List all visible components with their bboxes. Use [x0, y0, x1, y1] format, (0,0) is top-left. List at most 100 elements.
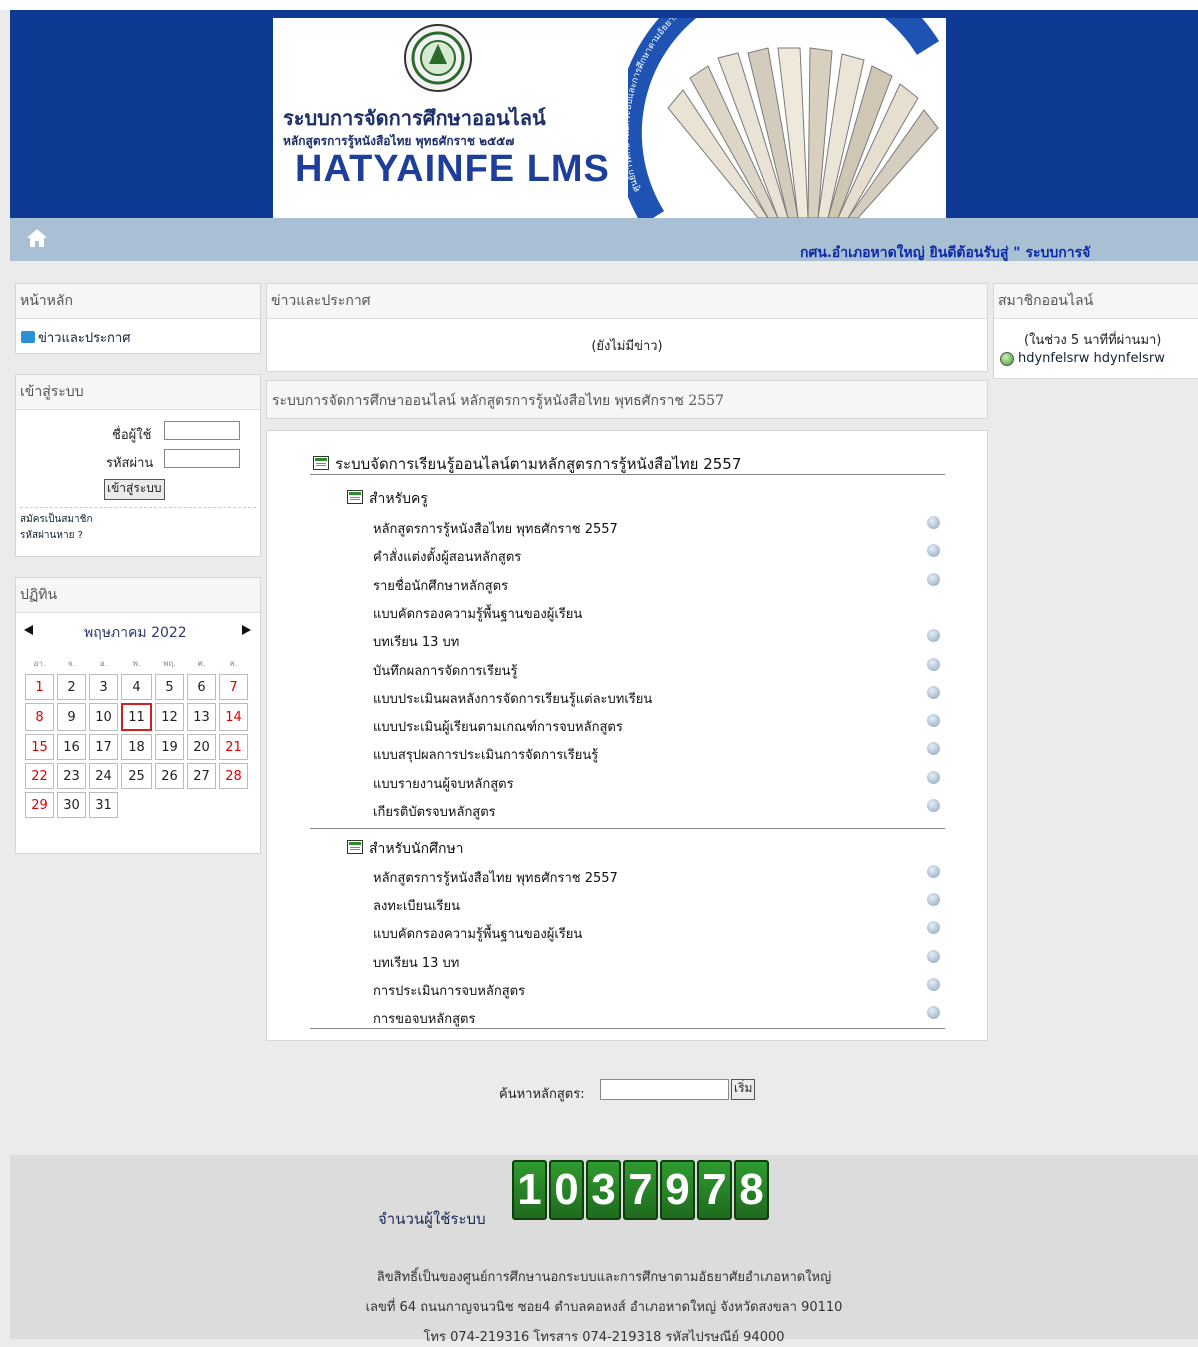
teacher-course-link[interactable]: แบบคัดกรองความรู้พื้นฐานของผู้เรียน [373, 603, 582, 624]
student-course-link[interactable]: แบบคัดกรองความรู้พื้นฐานของผู้เรียน [373, 923, 582, 944]
info-icon[interactable] [927, 685, 940, 699]
prev-month-button[interactable] [24, 625, 33, 635]
calendar-weekday: พฤ. [163, 659, 176, 668]
student-course-link[interactable]: การขอจบหลักสูตร [373, 1008, 475, 1029]
info-icon[interactable] [927, 516, 940, 529]
teacher-course-link[interactable]: แบบประเมินผู้เรียนตามเกณฑ์การจบหลักสูตร [373, 716, 623, 737]
info-icon[interactable] [927, 921, 940, 935]
calendar-day[interactable]: 5 [155, 674, 184, 700]
speech-bubble-icon [21, 331, 35, 343]
teacher-course-link[interactable]: แบบรายงานผู้จบหลักสูตร [373, 773, 514, 794]
info-icon[interactable] [927, 893, 940, 907]
phone-line: โทร 074-219316 โทรสาร 074-219318 รหัสไปร… [423, 1330, 785, 1345]
info-icon[interactable] [927, 865, 940, 878]
calendar-day[interactable]: 10 [89, 703, 118, 731]
login-block: เข้าสู่ระบบ ชื่อผู้ใช้ รหัสผ่าน เข้าสู่ร… [15, 374, 261, 557]
info-icon[interactable] [927, 572, 940, 586]
student-course-link[interactable]: ลงทะเบียนเรียน [373, 895, 460, 916]
next-month-button[interactable] [242, 625, 251, 635]
info-icon[interactable] [927, 544, 940, 558]
course-root-label: ระบบจัดการเรียนรู้ออนไลน์ตามหลักสูตรการร… [335, 455, 742, 473]
calendar-day[interactable]: 14 [219, 703, 248, 731]
online-user-link[interactable]: hdynfelsrw hdynfelsrw [1018, 351, 1165, 366]
info-icon[interactable] [927, 977, 940, 991]
teacher-course-link[interactable]: คำสั่งแต่งตั้งผู้สอนหลักสูตร [373, 546, 521, 567]
seal-icon [404, 24, 472, 92]
calendar-day[interactable]: 21 [219, 734, 248, 760]
info-icon[interactable] [927, 629, 940, 643]
login-button[interactable]: เข้าสู่ระบบ [104, 479, 165, 500]
counter-digit: 0 [549, 1160, 584, 1220]
calendar-weekday: อ. [99, 659, 108, 668]
calendar-block: ปฏิทิน พฤษภาคม 2022 อา. จ. อ. พ. พฤ. ศ. ส. 123… [15, 577, 261, 854]
teacher-course-link[interactable]: หลักสูตรการรู้หนังสือไทย พุทธศักราช 2557 [373, 518, 618, 539]
online-users-block: สมาชิกออนไลน์ (ในช่วง 5 นาทีที่ผ่านมา) h… [993, 283, 1198, 379]
calendar-day[interactable]: 29 [25, 792, 54, 818]
calendar-day[interactable]: 24 [89, 763, 118, 789]
calendar-day[interactable]: 2 [57, 674, 86, 700]
student-course-link[interactable]: หลักสูตรการรู้หนังสือไทย พุทธศักราช 2557 [373, 867, 618, 888]
welcome-marquee: กศน.อำเภอหาดใหญ่ ยินดีต้อนรับสู่ " ระบบก… [800, 245, 1091, 261]
calendar-day[interactable]: 12 [155, 703, 184, 731]
info-icon[interactable] [927, 1006, 940, 1019]
calendar-day[interactable]: 25 [121, 763, 152, 789]
news-link[interactable]: ข่าวและประกาศ [38, 331, 130, 346]
teacher-course-link[interactable]: รายชื่อนักศึกษาหลักสูตร [373, 575, 508, 596]
search-button[interactable]: เริ่ม [731, 1079, 756, 1100]
calendar-day[interactable]: 15 [25, 734, 54, 760]
calendar-day[interactable]: 22 [25, 763, 54, 789]
navbar: กศน.อำเภอหาดใหญ่ ยินดีต้อนรับสู่ " ระบบก… [10, 218, 1198, 261]
calendar-day[interactable]: 31 [89, 792, 118, 818]
username-field[interactable] [164, 421, 240, 440]
calendar-day[interactable]: 1 [25, 674, 54, 700]
calendar-day[interactable]: 8 [25, 703, 54, 731]
info-icon[interactable] [927, 770, 940, 784]
calendar-day[interactable]: 4 [121, 674, 152, 700]
calendar-day[interactable]: 13 [187, 703, 216, 731]
calendar-day[interactable]: 20 [187, 734, 216, 760]
info-icon[interactable] [927, 949, 940, 963]
teacher-course-link[interactable]: แบบประเมินผลหลังการจัดการเรียนรู้แต่ละบท… [373, 688, 652, 709]
login-title: เข้าสู่ระบบ [16, 375, 260, 410]
home-icon[interactable] [26, 228, 48, 248]
calendar-day[interactable]: 18 [121, 734, 152, 760]
info-icon[interactable] [927, 799, 940, 812]
teacher-course-link[interactable]: บทเรียน 13 บท [373, 631, 459, 652]
student-course-link[interactable]: บทเรียน 13 บท [373, 952, 459, 973]
teacher-course-link[interactable]: บันทึกผลการจัดการเรียนรู้ [373, 660, 517, 681]
teacher-course-link[interactable]: เกียรติบัตรจบหลักสูตร [373, 801, 496, 822]
calendar-day[interactable]: 6 [187, 674, 216, 700]
calendar-day[interactable]: 26 [155, 763, 184, 789]
calendar-day[interactable]: 28 [219, 763, 248, 789]
calendar-month[interactable]: พฤษภาคม 2022 [84, 622, 187, 644]
calendar-day[interactable]: 16 [57, 734, 86, 760]
teachers-folder[interactable]: สำหรับครู [347, 488, 428, 510]
calendar-day[interactable]: 27 [187, 763, 216, 789]
calendar-day[interactable]: 7 [219, 674, 248, 700]
password-field[interactable] [164, 449, 240, 468]
calendar-day[interactable]: 19 [155, 734, 184, 760]
calendar-day[interactable]: 11 [121, 703, 152, 731]
info-icon[interactable] [927, 742, 940, 756]
calendar-day[interactable]: 17 [89, 734, 118, 760]
course-search-input[interactable] [600, 1079, 729, 1100]
info-icon[interactable] [927, 657, 940, 671]
register-link[interactable]: สมัครเป็นสมาชิก [20, 512, 93, 527]
site-banner[interactable]: ระบบการจัดการศึกษาออนไลน์ หลักสูตรการรู้… [273, 18, 946, 218]
online-period: (ในช่วง 5 นาทีที่ผ่านมา) [1024, 333, 1162, 348]
folder-icon [347, 840, 363, 854]
calendar-day[interactable]: 3 [89, 674, 118, 700]
user-counter-label: จำนวนผู้ใช้ระบบ [378, 1210, 486, 1228]
info-icon[interactable] [927, 714, 940, 728]
student-course-link[interactable]: การประเมินการจบหลักสูตร [373, 980, 525, 1001]
calendar-day[interactable]: 30 [57, 792, 86, 818]
forgot-password-link[interactable]: รหัสผ่านหาย ? [20, 528, 83, 543]
calendar-day[interactable]: 23 [57, 763, 86, 789]
students-folder[interactable]: สำหรับนักศึกษา [347, 838, 464, 860]
counter-digit: 1 [512, 1160, 547, 1220]
course-root[interactable]: ระบบจัดการเรียนรู้ออนไลน์ตามหลักสูตรการร… [313, 452, 741, 476]
counter-digit: 7 [623, 1160, 658, 1220]
calendar-week: 29 30 31 [25, 792, 248, 818]
calendar-day[interactable]: 9 [57, 703, 86, 731]
teacher-course-link[interactable]: แบบสรุปผลการประเมินการจัดการเรียนรู้ [373, 744, 598, 765]
